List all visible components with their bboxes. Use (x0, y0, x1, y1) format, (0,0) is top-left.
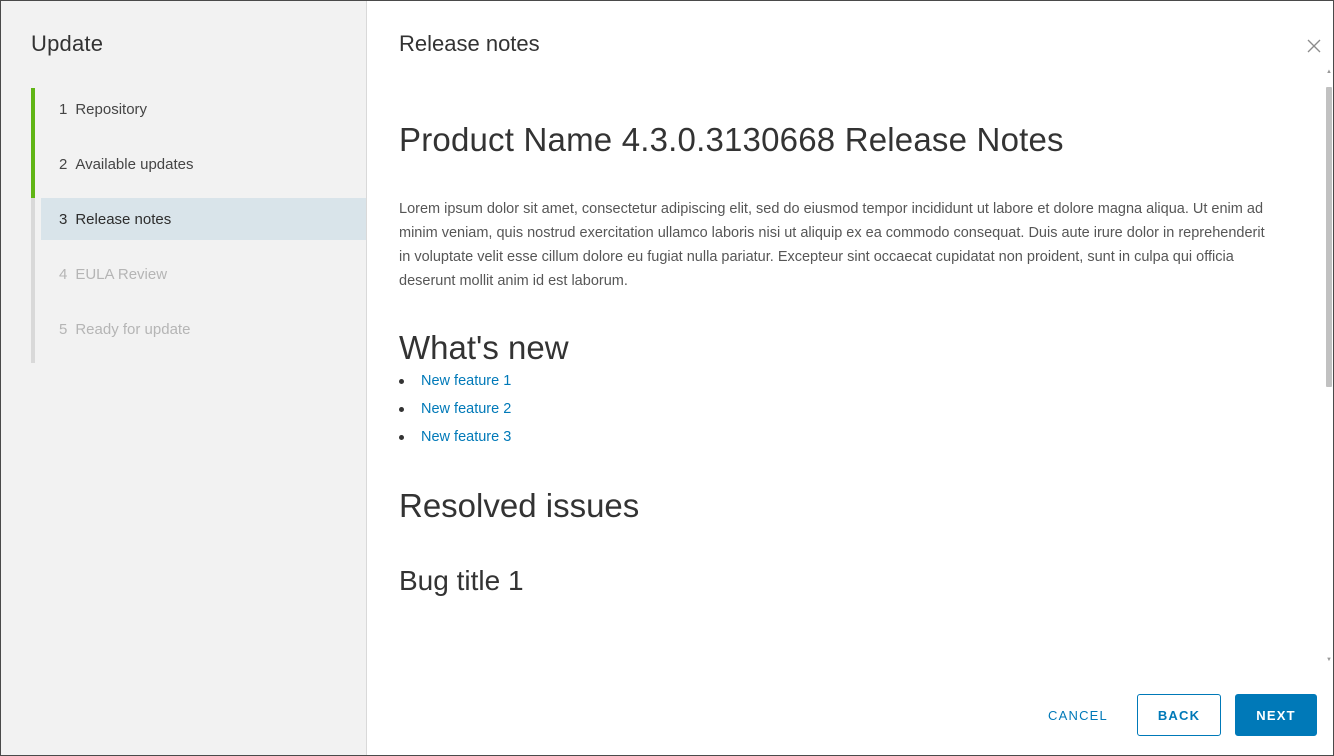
step-link[interactable]: 2 Available updates (41, 143, 366, 185)
bullet-icon (399, 435, 404, 440)
whats-new-heading: What's new (399, 329, 569, 366)
vertical-scrollbar[interactable]: ▲ ▼ (1325, 67, 1333, 665)
scroll-up-icon[interactable]: ▲ (1326, 69, 1332, 75)
wizard-content: Release notes Product Name 4.3.0.3130668… (367, 1, 1333, 755)
step-label: Available updates (75, 155, 194, 173)
intro-paragraph: Lorem ipsum dolor sit amet, consectetur … (399, 201, 1265, 289)
list-item: New feature 3 (399, 423, 1299, 451)
bullet-icon (399, 379, 404, 384)
back-button[interactable]: BACK (1137, 694, 1221, 736)
cancel-button[interactable]: CANCEL (1033, 694, 1123, 736)
step-release-notes[interactable]: 3 Release notes (31, 198, 366, 253)
doc-title: Product Name 4.3.0.3130668 Release Notes (399, 121, 1064, 158)
feature-list: New feature 1 New feature 2 New feature … (399, 367, 1299, 451)
step-link: 4 EULA Review (41, 253, 366, 295)
list-item: New feature 1 (399, 367, 1299, 395)
list-item: New feature 2 (399, 395, 1299, 423)
step-label: EULA Review (75, 265, 168, 283)
bug-title: Bug title 1 (399, 565, 524, 596)
step-link[interactable]: 1 Repository (41, 88, 366, 130)
next-button[interactable]: NEXT (1235, 694, 1317, 736)
step-number: 5 (59, 320, 68, 338)
scroll-thumb[interactable] (1326, 87, 1332, 387)
step-label: Release notes (75, 210, 172, 228)
step-repository[interactable]: 1 Repository (31, 88, 366, 143)
page-title: Release notes (399, 31, 540, 56)
feature-link[interactable]: New feature 2 (421, 401, 511, 417)
feature-link[interactable]: New feature 3 (421, 429, 511, 445)
bullet-icon (399, 407, 404, 412)
step-link[interactable]: 3 Release notes (41, 198, 366, 240)
close-icon[interactable] (1305, 37, 1323, 55)
wizard-sidebar: Update 1 Repository 2 Available updates … (1, 1, 367, 755)
wizard-title: Update (31, 31, 104, 56)
step-number: 1 (59, 100, 68, 118)
release-notes-body[interactable]: Product Name 4.3.0.3130668 Release Notes… (399, 71, 1299, 671)
resolved-issues-heading: Resolved issues (399, 487, 640, 524)
step-available-updates[interactable]: 2 Available updates (31, 143, 366, 198)
step-label: Repository (75, 100, 148, 118)
wizard-dialog: Update 1 Repository 2 Available updates … (0, 0, 1334, 756)
scroll-down-icon[interactable]: ▼ (1326, 657, 1332, 663)
step-link: 5 Ready for update (41, 308, 366, 350)
step-eula-review: 4 EULA Review (31, 253, 366, 308)
step-list: 1 Repository 2 Available updates 3 Relea… (31, 88, 366, 363)
step-label: Ready for update (75, 320, 191, 338)
feature-link[interactable]: New feature 1 (421, 373, 511, 389)
step-number: 2 (59, 155, 68, 173)
step-number: 3 (59, 210, 68, 228)
step-ready-for-update: 5 Ready for update (31, 308, 366, 363)
step-number: 4 (59, 265, 68, 283)
